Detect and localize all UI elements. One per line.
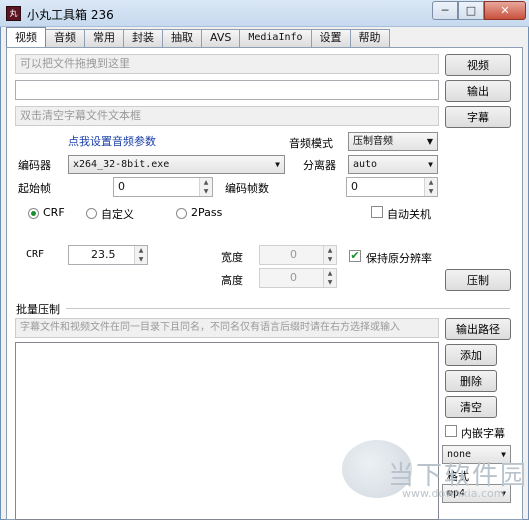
crf-spinner[interactable]: 23.5 ▲ ▼ xyxy=(68,245,148,265)
width-spinner[interactable]: 0 ▲ ▼ xyxy=(259,245,337,265)
encoder-label: 编码器 xyxy=(18,159,51,172)
spinner-arrows-icon[interactable]: ▲ ▼ xyxy=(134,246,147,264)
shutdown-label: 自动关机 xyxy=(387,208,431,221)
encoder-value: x264_32-8bit.exe xyxy=(73,159,170,170)
spinner-arrows-icon[interactable]: ▲ ▼ xyxy=(199,178,212,196)
tab-settings[interactable]: 设置 xyxy=(310,29,351,47)
tab-help[interactable]: 帮助 xyxy=(349,29,390,47)
tab-video[interactable]: 视频 xyxy=(6,27,46,47)
audio-mode-select[interactable]: 压制音频 ▼ xyxy=(348,132,438,151)
app-icon: 丸 xyxy=(6,6,21,21)
delete-button[interactable]: 删除 xyxy=(445,370,497,392)
video-button[interactable]: 视频 xyxy=(445,54,511,76)
chevron-down-icon: ▼ xyxy=(275,160,280,169)
keep-resolution-checkbox[interactable]: ✔ xyxy=(349,250,361,262)
tab-mediainfo[interactable]: MediaInfo xyxy=(239,29,312,47)
twopass-radio-label: 2Pass xyxy=(191,206,223,219)
twopass-radio[interactable] xyxy=(176,208,187,219)
start-frame-spinner[interactable]: 0 ▲ ▼ xyxy=(113,177,213,197)
output-path-button[interactable]: 输出路径 xyxy=(445,318,511,340)
tab-extract[interactable]: 抽取 xyxy=(162,29,202,47)
height-value: 0 xyxy=(290,271,297,284)
audio-settings-link[interactable]: 点我设置音频参数 xyxy=(68,133,156,149)
audio-mode-label: 音频模式 xyxy=(289,137,333,150)
batch-divider xyxy=(66,308,510,309)
embed-subtitle-label: 内嵌字幕 xyxy=(461,427,505,440)
subtitle-file-input[interactable]: 双击清空字幕文件文本框 xyxy=(15,106,439,126)
spinner-arrows-icon[interactable]: ▲ ▼ xyxy=(424,178,437,196)
spinner-arrows-icon[interactable]: ▲ ▼ xyxy=(323,269,336,287)
crf-value: 23.5 xyxy=(91,248,116,261)
clear-button[interactable]: 清空 xyxy=(445,396,497,418)
spinner-arrows-icon[interactable]: ▲ ▼ xyxy=(323,246,336,264)
chevron-down-icon: ▼ xyxy=(426,137,433,146)
close-button[interactable]: ✕ xyxy=(484,1,526,20)
shutdown-checkbox[interactable] xyxy=(371,206,383,218)
start-frame-value: 0 xyxy=(118,180,125,193)
tab-mux[interactable]: 封装 xyxy=(123,29,163,47)
splitter-select[interactable]: auto ▼ xyxy=(348,155,438,174)
minimize-button[interactable]: ─ xyxy=(432,1,458,20)
subtitle-button[interactable]: 字幕 xyxy=(445,106,511,128)
output-file-input[interactable] xyxy=(15,80,439,100)
tab-bar: 视频 音频 常用 封装 抽取 AVS MediaInfo 设置 帮助 xyxy=(6,27,390,47)
crf-radio[interactable] xyxy=(28,208,39,219)
keep-resolution-label: 保持原分辨率 xyxy=(366,252,432,265)
frame-count-label: 编码帧数 xyxy=(225,182,269,195)
tab-audio[interactable]: 音频 xyxy=(45,29,85,47)
window-title: 小丸工具箱 236 xyxy=(27,8,114,22)
encoder-select[interactable]: x264_32-8bit.exe ▼ xyxy=(68,155,285,174)
frame-count-spinner[interactable]: 0 ▲ ▼ xyxy=(346,177,438,197)
height-label: 高度 xyxy=(221,274,243,287)
embed-subtitle-checkbox[interactable] xyxy=(445,425,457,437)
custom-radio-label: 自定义 xyxy=(101,208,134,221)
frame-count-value: 0 xyxy=(351,180,358,193)
compress-button[interactable]: 压制 xyxy=(445,269,511,291)
watermark-url: www.downxia.com xyxy=(402,487,505,500)
tab-common[interactable]: 常用 xyxy=(84,29,124,47)
video-file-input[interactable]: 可以把文件拖拽到这里 xyxy=(15,54,439,74)
width-label: 宽度 xyxy=(221,251,243,264)
width-value: 0 xyxy=(290,248,297,261)
crf-label: CRF xyxy=(26,249,45,260)
maximize-button[interactable]: □ xyxy=(458,1,484,20)
start-frame-label: 起始帧 xyxy=(18,182,51,195)
splitter-label: 分离器 xyxy=(303,159,336,172)
splitter-value: auto xyxy=(353,159,378,170)
batch-title: 批量压制 xyxy=(16,303,60,316)
chevron-down-icon: ▼ xyxy=(428,160,433,169)
custom-radio[interactable] xyxy=(86,208,97,219)
audio-mode-value: 压制音频 xyxy=(353,136,393,147)
crf-radio-label: CRF xyxy=(43,206,65,219)
add-button[interactable]: 添加 xyxy=(445,344,497,366)
batch-hint-input[interactable]: 字幕文件和视频文件在同一目录下且同名，不同名仅有语言后缀时请在右方选择或输入 xyxy=(15,318,439,338)
tab-avs[interactable]: AVS xyxy=(201,29,241,47)
output-button[interactable]: 输出 xyxy=(445,80,511,102)
height-spinner[interactable]: 0 ▲ ▼ xyxy=(259,268,337,288)
